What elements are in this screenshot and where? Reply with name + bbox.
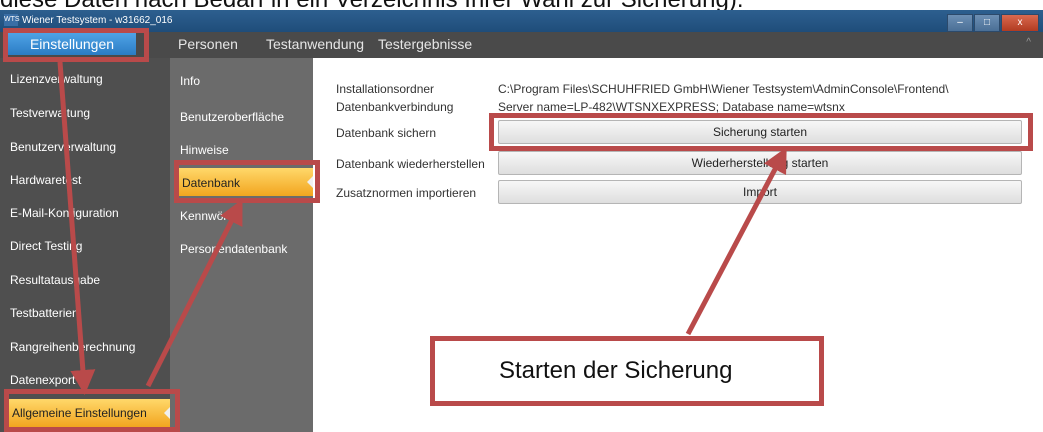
arrow-to-datenbank [145, 199, 243, 388]
callout-box: Starten der Sicherung [430, 336, 824, 406]
arrow-menu-to-allgemeine [57, 61, 96, 395]
arrow-to-backup-button [685, 147, 787, 336]
